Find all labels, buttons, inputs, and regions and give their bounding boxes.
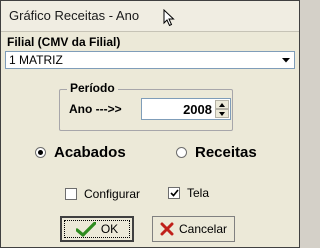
- checkbox-configurar[interactable]: Configurar: [65, 187, 140, 201]
- title-bar[interactable]: Gráfico Receitas - Ano: [1, 1, 299, 32]
- cancel-button[interactable]: Cancelar: [152, 216, 235, 242]
- radio-acabados-label[interactable]: Acabados: [54, 144, 126, 161]
- window-title: Gráfico Receitas - Ano: [9, 8, 140, 23]
- checkbox-configurar-label[interactable]: Configurar: [84, 187, 140, 201]
- ano-value: 2008: [183, 102, 212, 117]
- periodo-legend: Período: [67, 81, 118, 95]
- radio-receitas-label[interactable]: Receitas: [195, 144, 257, 161]
- mouse-pointer-icon: [163, 9, 175, 27]
- radio-acabados-circle[interactable]: [35, 147, 46, 158]
- ano-spin-buttons: [215, 100, 229, 118]
- cancel-button-label: Cancelar: [178, 222, 228, 236]
- spin-up-icon[interactable]: [215, 100, 229, 109]
- checkmark-icon: [169, 189, 179, 197]
- dropdown-arrow-icon[interactable]: [278, 52, 294, 68]
- checkbox-tela-label[interactable]: Tela: [187, 186, 209, 200]
- filial-selected-value: 1 MATRIZ: [9, 53, 63, 67]
- filial-dropdown[interactable]: 1 MATRIZ: [5, 51, 295, 69]
- spin-down-icon[interactable]: [215, 109, 229, 118]
- checkbox-tela[interactable]: Tela: [168, 186, 209, 200]
- filial-label: Filial (CMV da Filial): [7, 35, 121, 49]
- checkbox-tela-box[interactable]: [168, 187, 180, 199]
- ano-spinner-input[interactable]: 2008: [141, 98, 231, 120]
- red-x-icon: [160, 222, 174, 236]
- radio-acabados[interactable]: Acabados: [35, 144, 126, 161]
- radio-receitas-circle[interactable]: [176, 147, 187, 158]
- dialog-window: Gráfico Receitas - Ano Filial (CMV da Fi…: [0, 0, 300, 248]
- checkbox-configurar-box[interactable]: [65, 188, 77, 200]
- focus-rectangle: [64, 220, 130, 238]
- ano-label: Ano --->>: [69, 102, 122, 116]
- radio-selected-dot: [38, 150, 43, 155]
- ok-button[interactable]: OK: [60, 216, 134, 242]
- radio-receitas[interactable]: Receitas: [176, 144, 257, 161]
